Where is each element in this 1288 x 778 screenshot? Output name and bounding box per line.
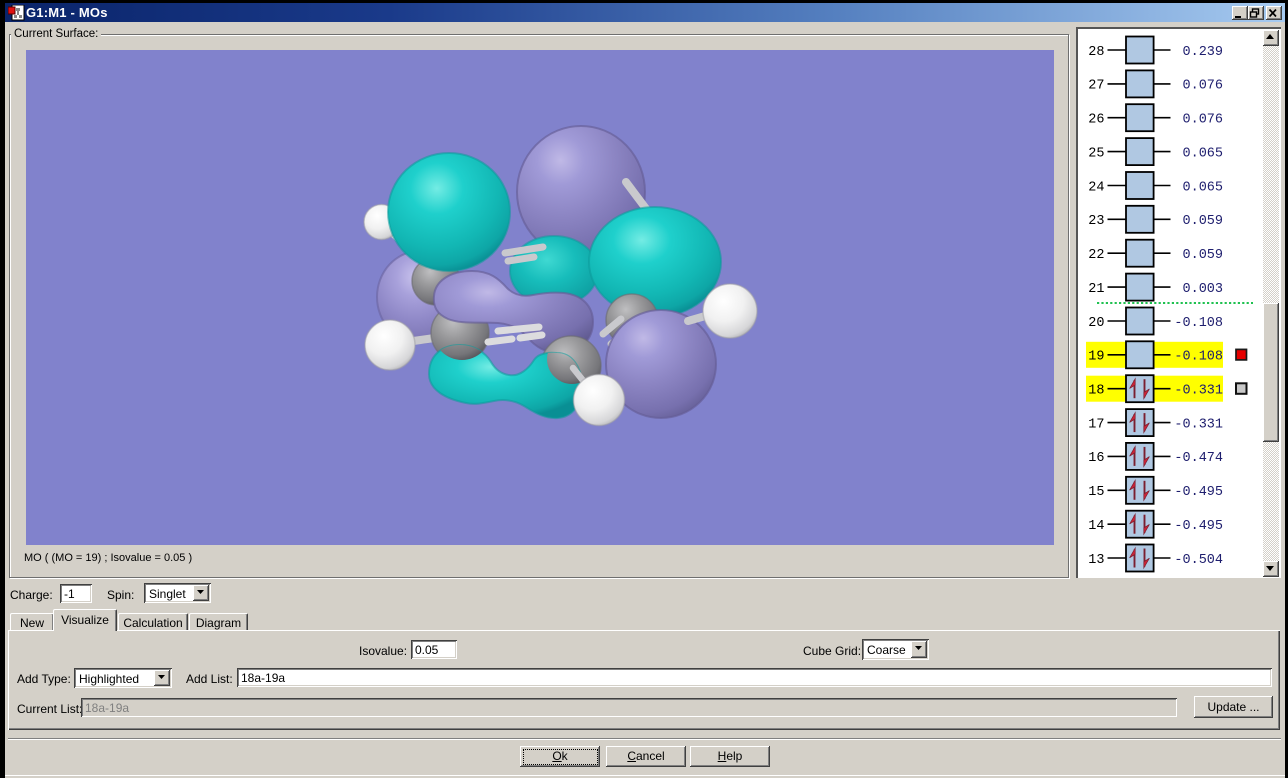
svg-text:0.239: 0.239 <box>1183 44 1224 59</box>
svg-text:0.065: 0.065 <box>1183 146 1224 161</box>
svg-text:0.076: 0.076 <box>1183 78 1224 93</box>
svg-text:-0.504: -0.504 <box>1174 552 1223 567</box>
svg-text:0.065: 0.065 <box>1183 180 1224 195</box>
svg-text:27: 27 <box>1088 78 1104 93</box>
svg-text:-0.474: -0.474 <box>1174 451 1223 466</box>
svg-text:23: 23 <box>1088 214 1104 229</box>
svg-text:20: 20 <box>1088 315 1104 330</box>
svg-text:15: 15 <box>1088 485 1104 500</box>
svg-text:14: 14 <box>1088 519 1104 534</box>
svg-text:26: 26 <box>1088 112 1104 127</box>
svg-text:21: 21 <box>1088 281 1104 296</box>
svg-text:18: 18 <box>1088 383 1104 398</box>
svg-text:-0.331: -0.331 <box>1174 383 1223 398</box>
svg-text:0.059: 0.059 <box>1183 248 1224 263</box>
svg-text:28: 28 <box>1088 44 1104 59</box>
svg-text:16: 16 <box>1088 451 1104 466</box>
svg-text:0.003: 0.003 <box>1183 281 1224 296</box>
svg-text:-0.108: -0.108 <box>1174 349 1223 364</box>
svg-text:-0.331: -0.331 <box>1174 417 1223 432</box>
svg-text:-0.495: -0.495 <box>1174 485 1223 500</box>
svg-text:-0.495: -0.495 <box>1174 519 1223 534</box>
svg-text:17: 17 <box>1088 417 1104 432</box>
svg-text:13: 13 <box>1088 552 1104 567</box>
svg-text:0.076: 0.076 <box>1183 112 1224 127</box>
svg-text:22: 22 <box>1088 248 1104 263</box>
svg-text:-0.108: -0.108 <box>1174 315 1223 330</box>
svg-text:0.059: 0.059 <box>1183 214 1224 229</box>
svg-text:25: 25 <box>1088 146 1104 161</box>
svg-text:24: 24 <box>1088 180 1104 195</box>
svg-text:19: 19 <box>1088 349 1104 364</box>
